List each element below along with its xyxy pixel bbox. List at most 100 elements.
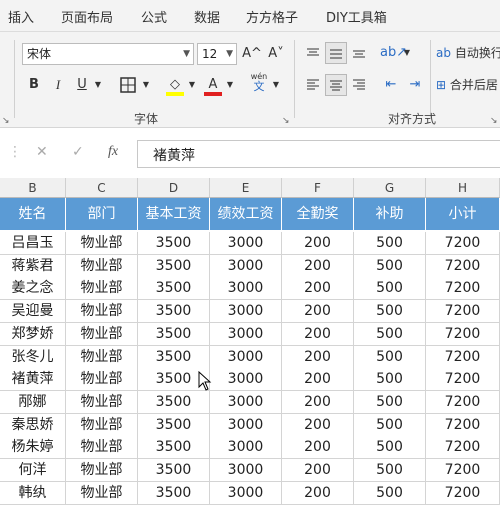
cell-attend[interactable]: 200 [282,345,354,369]
font-color-button[interactable]: A [202,74,224,96]
tab-insert[interactable]: 插入 [8,7,34,26]
cell-perf[interactable]: 3000 [210,459,282,482]
cell-attend[interactable]: 200 [282,300,354,324]
cell-base[interactable]: 3500 [138,459,210,482]
bold-button[interactable]: B [24,74,44,96]
font-name-select[interactable]: 宋体 ▼ [22,43,194,65]
cell-name[interactable]: 吕昌玉 [0,232,66,255]
cell-subsidy[interactable]: 500 [354,390,426,414]
header-cell-subsidy[interactable]: 补助 [354,198,426,231]
cell-base[interactable]: 3500 [138,413,210,437]
cell-attend[interactable]: 200 [282,254,354,278]
cell-total[interactable]: 7200 [426,345,500,369]
cell-name[interactable]: 秦思娇 [0,413,66,437]
merge-center-button[interactable]: ⊞ 合并后居 [436,74,500,96]
cell-attend[interactable]: 200 [282,368,354,392]
cell-subsidy[interactable]: 500 [354,459,426,482]
cell-attend[interactable]: 200 [282,232,354,255]
cell-subsidy[interactable]: 500 [354,322,426,346]
cell-attend[interactable]: 200 [282,277,354,301]
cell-dept[interactable]: 物业部 [66,368,138,392]
cell-name[interactable]: 韩纨 [0,481,66,505]
dialog-launcher-icon[interactable]: ↘ [2,116,10,126]
cell-perf[interactable]: 3000 [210,413,282,437]
decrease-indent-button[interactable]: ⇤ [380,74,402,96]
column-header-b[interactable]: B [0,178,66,198]
chevron-down-icon[interactable]: ▼ [92,74,104,96]
cell-total[interactable]: 7200 [426,459,500,482]
header-cell-name[interactable]: 姓名 [0,198,66,231]
borders-button[interactable] [116,74,140,96]
cell-base[interactable]: 3500 [138,345,210,369]
cell-dept[interactable]: 物业部 [66,300,138,324]
cell-perf[interactable]: 3000 [210,277,282,301]
italic-button[interactable]: I [48,74,68,96]
header-cell-attend[interactable]: 全勤奖 [282,198,354,231]
cell-name[interactable]: 何洋 [0,459,66,482]
cell-dept[interactable]: 物业部 [66,277,138,301]
cell-name[interactable]: 邴娜 [0,390,66,414]
align-left-button[interactable] [302,74,324,96]
cell-base[interactable]: 3500 [138,254,210,278]
align-top-button[interactable] [302,42,324,64]
cell-attend[interactable]: 200 [282,390,354,414]
cell-dept[interactable]: 物业部 [66,322,138,346]
cell-base[interactable]: 3500 [138,436,210,460]
align-center-button[interactable] [325,74,347,96]
decrease-font-size-button[interactable]: A˅ [265,43,287,65]
wrap-text-button[interactable]: ab 自动换行 [436,42,500,64]
cell-attend[interactable]: 200 [282,481,354,505]
cell-total[interactable]: 7200 [426,300,500,324]
chevron-down-icon[interactable]: ▼ [186,74,198,96]
align-right-button[interactable] [348,74,370,96]
align-bottom-button[interactable] [348,42,370,64]
tab-fangfang[interactable]: 方方格子 [246,7,298,26]
cell-perf[interactable]: 3000 [210,254,282,278]
font-size-select[interactable]: 12 ▼ [197,43,237,65]
cell-subsidy[interactable]: 500 [354,300,426,324]
cell-total[interactable]: 7200 [426,322,500,346]
cell-total[interactable]: 7200 [426,232,500,255]
increase-font-size-button[interactable]: A^ [241,43,263,65]
cell-dept[interactable]: 物业部 [66,345,138,369]
cell-dept[interactable]: 物业部 [66,390,138,414]
cancel-icon[interactable]: ✕ [36,144,48,160]
cell-dept[interactable]: 物业部 [66,436,138,460]
tab-formulas[interactable]: 公式 [141,7,167,26]
cell-subsidy[interactable]: 500 [354,254,426,278]
cell-perf[interactable]: 3000 [210,368,282,392]
cell-base[interactable]: 3500 [138,232,210,255]
cell-attend[interactable]: 200 [282,322,354,346]
cell-perf[interactable]: 3000 [210,232,282,255]
cell-name[interactable]: 杨朱婷 [0,436,66,460]
cell-subsidy[interactable]: 500 [354,413,426,437]
cell-base[interactable]: 3500 [138,481,210,505]
align-middle-button[interactable] [325,42,347,64]
cell-name[interactable]: 张冬儿 [0,345,66,369]
chevron-down-icon[interactable]: ▼ [270,74,282,96]
cell-perf[interactable]: 3000 [210,481,282,505]
cell-perf[interactable]: 3000 [210,390,282,414]
orientation-button[interactable]: ab↗ [380,42,407,64]
cell-base[interactable]: 3500 [138,300,210,324]
cell-subsidy[interactable]: 500 [354,277,426,301]
cell-total[interactable]: 7200 [426,277,500,301]
cell-total[interactable]: 7200 [426,481,500,505]
fill-color-button[interactable]: ◇ [164,74,186,96]
cell-name[interactable]: 蒋紫君 [0,254,66,278]
cell-base[interactable]: 3500 [138,277,210,301]
cell-subsidy[interactable]: 500 [354,436,426,460]
cell-subsidy[interactable]: 500 [354,481,426,505]
header-cell-total[interactable]: 小计 [426,198,500,231]
chevron-down-icon[interactable]: ▼ [402,42,412,64]
chevron-down-icon[interactable]: ▼ [140,74,152,96]
drag-handle-icon[interactable]: ⋮ [8,144,22,160]
tab-diy-toolbox[interactable]: DIY工具箱 [326,7,387,26]
cell-dept[interactable]: 物业部 [66,459,138,482]
header-cell-base[interactable]: 基本工资 [138,198,210,231]
cell-name[interactable]: 吴迎曼 [0,300,66,324]
tab-data[interactable]: 数据 [194,7,220,26]
column-header-c[interactable]: C [66,178,138,198]
column-header-d[interactable]: D [138,178,210,198]
cell-total[interactable]: 7200 [426,390,500,414]
